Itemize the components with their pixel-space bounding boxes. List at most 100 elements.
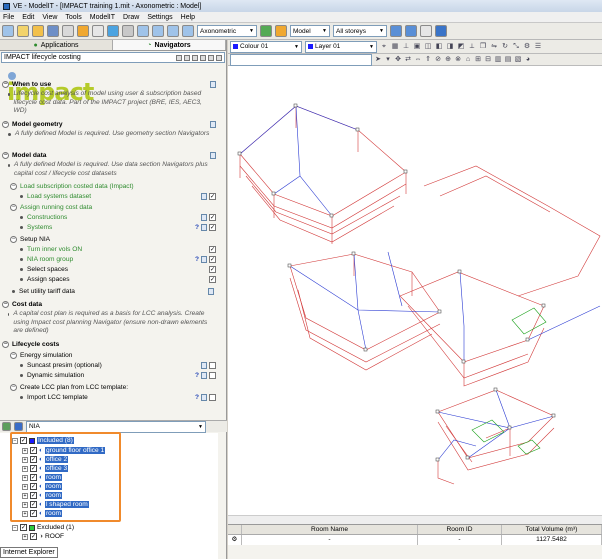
tab-applications[interactable]: ● Applications — [0, 40, 113, 50]
step-load-systems[interactable]: Load systems dataset ✓ — [20, 191, 218, 201]
document-icon[interactable] — [210, 151, 216, 159]
dropdown-tool-icon[interactable]: ▾ — [384, 56, 392, 64]
help-marker[interactable]: ? — [195, 224, 199, 231]
rotate-view-icon[interactable]: ↻ — [501, 43, 509, 51]
viewport-scrollbar[interactable] — [228, 515, 602, 524]
item-checkbox[interactable]: ✓ — [30, 533, 37, 540]
grid-snap-icon[interactable]: ▦ — [391, 43, 399, 51]
step-assign-spaces[interactable]: Assign spaces ✓ — [20, 274, 218, 284]
navigator-select[interactable]: IMPACT lifecycle costing — [1, 52, 225, 63]
step-systems[interactable]: Systems ? ✓ — [20, 222, 218, 232]
refresh-icon[interactable] — [260, 25, 272, 37]
menu-help[interactable]: Help — [181, 14, 195, 21]
section-when-to-use[interactable]: − When to use — [2, 79, 218, 89]
zoom-window-icon[interactable] — [107, 25, 119, 37]
col-room-id[interactable]: Room ID — [418, 525, 502, 534]
document-icon[interactable] — [210, 80, 216, 88]
settings-icon[interactable]: ⚙ — [523, 43, 531, 51]
document-icon[interactable] — [201, 255, 207, 263]
done-checkbox[interactable]: ✓ — [209, 192, 216, 200]
done-checkbox[interactable]: ✓ — [209, 213, 216, 221]
menu-file[interactable]: File — [3, 14, 14, 21]
tab-navigators[interactable]: ◔ Navigators — [113, 40, 226, 50]
model-select[interactable]: Model ▼ — [290, 25, 330, 37]
done-checkbox[interactable]: ✓ — [209, 223, 216, 231]
window-tool-icon[interactable]: ⊞ — [474, 56, 482, 64]
component-icon[interactable] — [77, 25, 89, 37]
back-icon[interactable] — [184, 54, 190, 61]
collapse-icon[interactable]: − — [2, 300, 9, 308]
storeys-select[interactable]: All storeys ▼ — [333, 25, 387, 37]
zoom-in-icon[interactable] — [137, 25, 149, 37]
collapse-icon[interactable]: − — [10, 203, 17, 211]
document-icon[interactable] — [201, 223, 207, 231]
stretch-icon[interactable]: ⇔ — [414, 56, 422, 64]
todo-checkbox[interactable] — [209, 361, 216, 369]
menu-edit[interactable]: Edit — [22, 14, 34, 21]
step-select-spaces[interactable]: Select spaces ✓ — [20, 264, 218, 274]
axonometric-model[interactable] — [228, 66, 602, 518]
menu-tools[interactable]: Tools — [65, 14, 81, 21]
collapse-icon[interactable]: − — [12, 524, 18, 531]
document-icon[interactable] — [201, 192, 207, 200]
help-marker[interactable]: ? — [195, 372, 199, 379]
step-nla-room-group[interactable]: NIA room group ? ✓ — [20, 254, 218, 264]
collapse-icon[interactable]: − — [2, 151, 9, 159]
new-icon[interactable] — [2, 25, 14, 37]
done-checkbox[interactable]: ✓ — [209, 265, 216, 273]
tree-excluded-group[interactable]: − ✓ Excluded (1) — [12, 523, 74, 532]
layer-select[interactable]: Layer 01 ▼ — [305, 40, 377, 53]
step-create-lcc[interactable]: − Create LCC plan from LCC template: — [10, 382, 218, 392]
todo-checkbox[interactable] — [209, 371, 216, 379]
group-icon[interactable] — [2, 422, 11, 431]
room-group-select[interactable]: NIA ▼ — [26, 420, 206, 433]
measure-icon[interactable]: ⟂ — [468, 43, 476, 51]
collapse-icon[interactable]: − — [2, 80, 9, 88]
show-icon[interactable]: ◧ — [435, 43, 443, 51]
document-icon[interactable] — [201, 393, 207, 401]
done-checkbox[interactable]: ✓ — [209, 255, 216, 263]
col-room-name[interactable]: Room Name — [242, 525, 418, 534]
print-icon[interactable] — [62, 25, 74, 37]
home-icon[interactable] — [200, 54, 206, 61]
space-tool-icon[interactable]: ▧ — [514, 56, 522, 64]
pan-icon[interactable] — [167, 25, 179, 37]
exclude-checkbox[interactable]: ✓ — [20, 524, 27, 531]
done-checkbox[interactable]: ✓ — [209, 275, 216, 283]
collapse-icon[interactable]: − — [10, 351, 17, 359]
move-icon[interactable]: ⇄ — [404, 56, 412, 64]
mirror-icon[interactable]: ⇋ — [490, 43, 498, 51]
menu-modelit[interactable]: ModelIT — [90, 14, 115, 21]
step-suncast[interactable]: Suncast presim (optional) — [20, 360, 218, 370]
step-energy-sim[interactable]: − Energy simulation — [10, 350, 218, 360]
split-icon[interactable]: ⊘ — [434, 56, 442, 64]
dropdown-icon[interactable] — [176, 54, 182, 61]
refresh-nav-icon[interactable] — [208, 54, 214, 61]
group-edit-icon[interactable]: ◩ — [457, 43, 465, 51]
document-icon[interactable] — [208, 287, 214, 295]
copy-icon[interactable] — [92, 25, 104, 37]
step-load-subscription[interactable]: − Load subscription costed data (Impact) — [10, 181, 218, 191]
document-icon[interactable] — [201, 361, 207, 369]
hand-icon[interactable] — [275, 25, 287, 37]
table-row[interactable]: ⚙ - - 1127.5482 — [228, 535, 602, 545]
hide-icon[interactable]: ◫ — [424, 43, 432, 51]
close-nav-icon[interactable] — [216, 54, 222, 61]
step-dynamic[interactable]: Dynamic simulation ? — [20, 370, 218, 380]
save-icon[interactable] — [47, 25, 59, 37]
expand-icon[interactable]: + — [22, 533, 28, 540]
menu-view[interactable]: View — [42, 14, 57, 21]
help-marker[interactable]: ? — [195, 394, 199, 401]
menu-draw[interactable]: Draw — [123, 14, 139, 21]
collapse-icon[interactable]: − — [2, 120, 9, 128]
lock-icon[interactable]: ◨ — [446, 43, 454, 51]
pan-tool-icon[interactable]: ✥ — [394, 56, 402, 64]
storey-up-icon[interactable] — [390, 25, 402, 37]
page-icon[interactable] — [420, 25, 432, 37]
grid-icon[interactable] — [122, 25, 134, 37]
step-assign-running[interactable]: − Assign running cost data — [10, 202, 218, 212]
join-icon[interactable]: ⊕ — [444, 56, 452, 64]
open-icon[interactable] — [17, 25, 29, 37]
section-model-geometry[interactable]: − Model geometry — [2, 119, 218, 129]
col-total-volume[interactable]: Total Volume (m³) — [502, 525, 602, 534]
